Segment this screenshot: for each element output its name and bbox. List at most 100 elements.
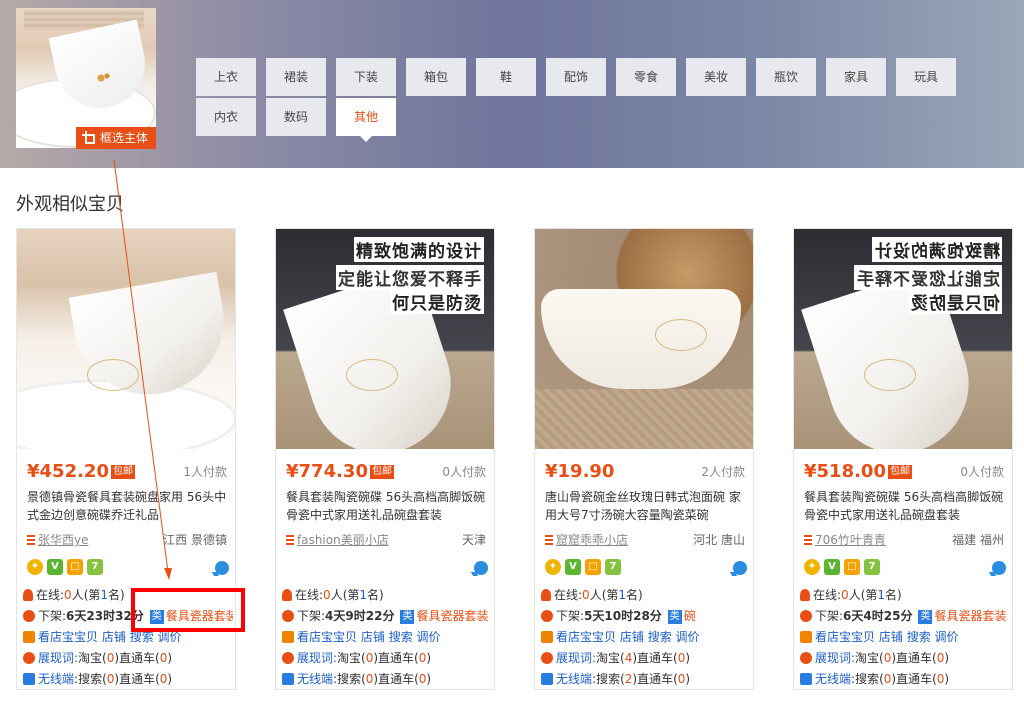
category-tab[interactable]: 内衣 <box>196 98 256 136</box>
price-row: ¥518.00 包邮 0人付款 <box>804 461 1004 482</box>
verified-icon[interactable]: V <box>565 559 581 575</box>
product-title[interactable]: 唐山骨瓷碗金丝玫瑰日韩式泡面碗 家用大号7寸汤碗大容量陶瓷菜碗 <box>545 488 745 524</box>
shop-link[interactable]: 706竹叶青青 <box>815 533 886 547</box>
free-shipping-badge: 包邮 <box>369 465 394 479</box>
shop-tool-link[interactable]: 店铺 <box>361 630 385 644</box>
price-tool-link[interactable]: 调价 <box>417 630 441 644</box>
category-tab[interactable]: 玩具 <box>896 58 956 96</box>
exposure-label[interactable]: 展现词: <box>556 651 596 665</box>
shop-tool-link[interactable]: 店铺 <box>620 630 644 644</box>
search-tool-link[interactable]: 搜索 <box>648 630 672 644</box>
price-tool-link[interactable]: 调价 <box>676 630 700 644</box>
wangwang-chat-icon[interactable] <box>733 561 747 575</box>
wangwang-chat-icon[interactable] <box>215 561 229 575</box>
search-label: 搜索( <box>855 672 884 686</box>
exposure-icon <box>800 652 812 664</box>
product-image[interactable]: 精致饱满的设计 定能让您爱不释手 何只是防烫 <box>276 229 494 449</box>
guarantee-icon[interactable]: □ <box>585 559 601 575</box>
category-tab[interactable]: 数码 <box>266 98 326 136</box>
product-category[interactable]: 碗 <box>684 609 696 623</box>
wangwang-chat-icon[interactable] <box>474 561 488 575</box>
medal-icon[interactable]: ✦ <box>804 559 820 575</box>
ztc-label: )直通车( <box>891 672 937 686</box>
category-tab[interactable]: 鞋 <box>476 58 536 96</box>
thumbnail-flower-pattern <box>86 68 116 88</box>
wireless-label[interactable]: 无线端 <box>815 672 851 686</box>
verified-icon[interactable]: V <box>47 559 63 575</box>
product-card[interactable]: 精致饱满的设计 定能让您爱不释手 何只是防烫 ¥774.30 包邮 0人付款 餐具套装陶瓷碗… <box>275 228 495 690</box>
shop-link[interactable]: 张华西ye <box>38 533 89 547</box>
product-card[interactable]: ¥19.90 2人付款 唐山骨瓷碗金丝玫瑰日韩式泡面碗 家用大号7寸汤碗大容量陶瓷菜… <box>534 228 754 690</box>
seller-badges <box>286 559 492 579</box>
taobao-label: 淘宝( <box>855 651 884 665</box>
product-image-caption: 何只是防烫 <box>908 289 1002 314</box>
seven-day-return-icon[interactable]: 7 <box>605 559 621 575</box>
exposure-stat: 展现词:淘宝(0)直通车(0) <box>23 648 233 668</box>
guarantee-icon[interactable]: □ <box>844 559 860 575</box>
online-rank-label: 人(第 <box>330 588 360 602</box>
price-row: ¥452.20 包邮 1人付款 <box>27 461 227 482</box>
product-title[interactable]: 餐具套装陶瓷碗碟 56头高档高脚饭碗骨瓷中式家用送礼品碗盘套装 <box>804 488 1004 524</box>
kandianbao-item-link[interactable]: 看店宝宝贝 <box>38 630 98 644</box>
paid-count: 0人付款 <box>442 465 486 479</box>
product-image[interactable] <box>17 229 235 449</box>
product-category[interactable]: 餐具瓷器套装 <box>934 609 1006 623</box>
search-tool-link[interactable]: 搜索 <box>907 630 931 644</box>
category-tab[interactable]: 美妆 <box>686 58 746 96</box>
product-image[interactable]: 精致饱满的设计 定能让您爱不释手 何只是防烫 <box>794 229 1012 449</box>
category-tab[interactable]: 上衣 <box>196 58 256 96</box>
exposure-label[interactable]: 展现词: <box>297 651 337 665</box>
category-tab[interactable]: 瓶饮 <box>756 58 816 96</box>
category-tab[interactable]: 箱包 <box>406 58 466 96</box>
kandianbao-item-link[interactable]: 看店宝宝贝 <box>556 630 616 644</box>
free-shipping-badge: 包邮 <box>110 465 135 479</box>
search-tool-link[interactable]: 搜索 <box>130 630 154 644</box>
category-tab[interactable]: 裙装 <box>266 58 326 96</box>
kandianbao-item-link[interactable]: 看店宝宝贝 <box>815 630 875 644</box>
product-card[interactable]: 精致饱满的设计 定能让您爱不释手 何只是防烫 ¥518.00 包邮 0人付款餐具套装陶瓷碗… <box>793 228 1013 690</box>
seven-day-return-icon[interactable]: 7 <box>864 559 880 575</box>
delist-stat: 下架:6天4时25分类餐具瓷器套装 <box>800 606 1010 626</box>
wireless-label[interactable]: 无线端 <box>556 672 592 686</box>
exposure-label[interactable]: 展现词: <box>38 651 78 665</box>
exposure-label[interactable]: 展现词: <box>815 651 855 665</box>
shop-link[interactable]: 窟窟乖乖小店 <box>556 533 628 547</box>
wangwang-chat-icon[interactable] <box>992 561 1006 575</box>
seven-day-return-icon[interactable]: 7 <box>87 559 103 575</box>
online-rank-label: 人(第 <box>71 588 101 602</box>
crop-subject-button[interactable]: 框选主体 <box>76 127 156 149</box>
taobao-label: 淘宝( <box>78 651 107 665</box>
product-title[interactable]: 景德镇骨瓷餐具套装碗盘家用 56头中式金边创意碗碟乔迁礼品 <box>27 488 227 524</box>
product-category[interactable]: 餐具瓷器套装 <box>416 609 488 623</box>
product-title[interactable]: 餐具套装陶瓷碗碟 56头高档高脚饭碗骨瓷中式家用送礼品碗盘套装 <box>286 488 486 524</box>
price-tool-link[interactable]: 调价 <box>935 630 959 644</box>
category-tab-active[interactable]: 其他 <box>336 98 396 142</box>
medal-icon[interactable]: ✦ <box>27 559 43 575</box>
shop-tool-link[interactable]: 店铺 <box>879 630 903 644</box>
kandianbao-item-link[interactable]: 看店宝宝贝 <box>297 630 357 644</box>
product-image[interactable] <box>535 229 753 449</box>
category-tab[interactable]: 零食 <box>616 58 676 96</box>
shop-icon <box>27 535 35 545</box>
search-tool-link[interactable]: 搜索 <box>389 630 413 644</box>
wireless-label[interactable]: 无线端 <box>38 672 74 686</box>
price-tool-link[interactable]: 调价 <box>158 630 182 644</box>
online-rank: 1 <box>359 588 368 602</box>
wireless-label[interactable]: 无线端 <box>297 672 333 686</box>
category-tab[interactable]: 家具 <box>826 58 886 96</box>
category-tab[interactable]: 配饰 <box>546 58 606 96</box>
category-tab[interactable]: 下装 <box>336 58 396 96</box>
shop-link[interactable]: fashion美丽小店 <box>297 533 389 547</box>
wireless-stat: 无线端:搜索(0)直通车(0) <box>800 669 1010 689</box>
mobile-icon <box>541 673 553 685</box>
shop-location: 天津 <box>461 533 486 547</box>
verified-icon[interactable]: V <box>824 559 840 575</box>
exposure-stat: 展现词:淘宝(0)直通车(0) <box>282 648 492 668</box>
guarantee-icon[interactable]: □ <box>67 559 83 575</box>
ztc-label: )直通车( <box>114 651 160 665</box>
online-rank-suffix: 名) <box>885 588 902 602</box>
shop-tool-link[interactable]: 店铺 <box>102 630 126 644</box>
exposure-icon <box>541 652 553 664</box>
medal-icon[interactable]: ✦ <box>545 559 561 575</box>
section-title: 外观相似宝贝 <box>16 194 124 215</box>
